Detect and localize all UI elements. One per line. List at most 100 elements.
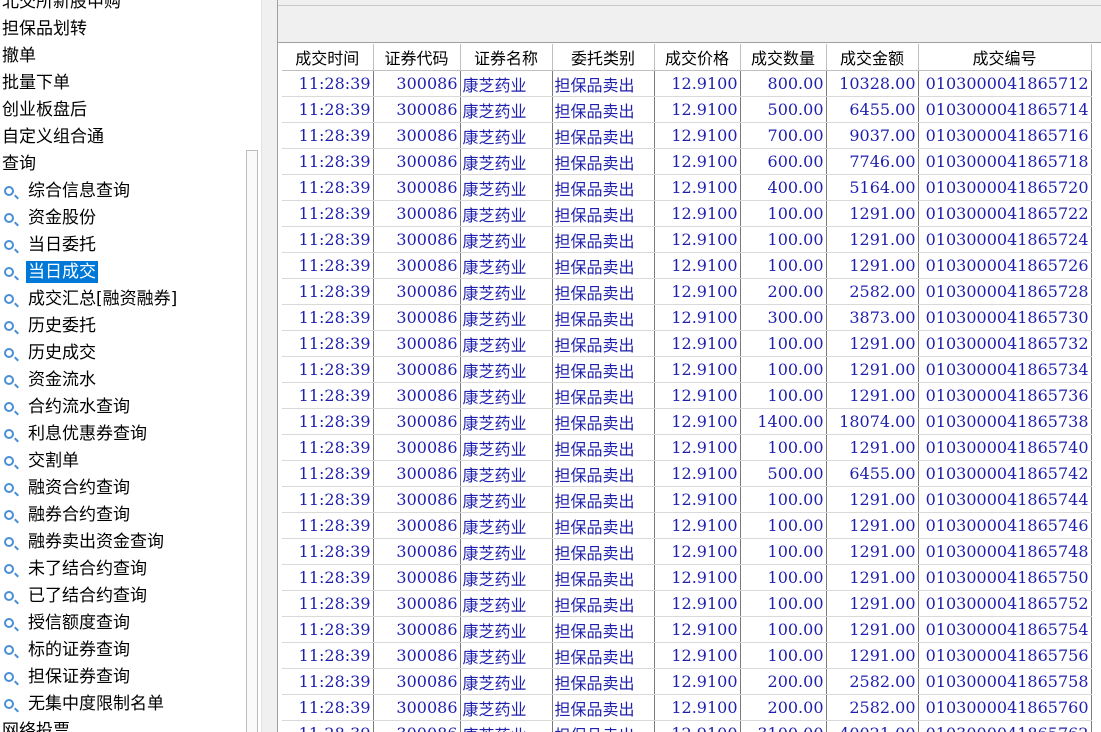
table-cell: 康芝药业: [460, 278, 553, 305]
table-cell: 5164.00: [826, 174, 919, 201]
table-row[interactable]: 11:28:39 300086 康芝药业 担保品卖出 12.9100 700.00 9037…: [282, 122, 1092, 149]
tree-item-query[interactable]: 综合信息查询: [0, 178, 179, 205]
tree-item-query[interactable]: 利息优惠券查询: [0, 421, 179, 448]
tree-item-query[interactable]: 成交汇总[融资融券]: [0, 286, 179, 313]
table-row[interactable]: 11:28:39 300086 康芝药业 担保品卖出 12.9100 100.00 1291…: [282, 434, 1092, 461]
table-row[interactable]: 11:28:39 300086 康芝药业 担保品卖出 12.9100 100.00 1291…: [282, 616, 1092, 643]
tree-item-query[interactable]: 当日委托: [0, 232, 179, 259]
table-cell: 300086: [373, 642, 461, 669]
tree-item-query[interactable]: 历史委托: [0, 313, 179, 340]
table-row[interactable]: 11:28:39 300086 康芝药业 担保品卖出 12.9100 1400.00 180…: [282, 408, 1092, 435]
table-row[interactable]: 11:28:39 300086 康芝药业 担保品卖出 12.9100 100.00 1291…: [282, 382, 1092, 409]
table-row[interactable]: 11:28:39 300086 康芝药业 担保品卖出 12.9100 100.00 1291…: [282, 590, 1092, 617]
table-cell: 担保品卖出: [552, 538, 655, 565]
table-cell: 6455.00: [826, 96, 919, 123]
table-cell: 300086: [373, 590, 461, 617]
column-header[interactable]: 成交编号: [918, 44, 1092, 71]
pane-splitter[interactable]: [261, 0, 278, 732]
tree-item[interactable]: 北交所新股申购: [0, 0, 179, 16]
tree-item[interactable]: 查询: [0, 151, 179, 178]
column-header[interactable]: 成交数量: [740, 44, 827, 71]
column-header[interactable]: 成交价格: [654, 44, 741, 71]
table-row[interactable]: 11:28:39 300086 康芝药业 担保品卖出 12.9100 100.00 1291…: [282, 642, 1092, 669]
tree-item[interactable]: 创业板盘后: [0, 97, 179, 124]
tree-item-query[interactable]: 已了结合约查询: [0, 583, 179, 610]
table-cell: 担保品卖出: [552, 96, 655, 123]
tree-item-query[interactable]: 资金流水: [0, 367, 179, 394]
tree-item-label: 标的证券查询: [28, 640, 130, 660]
column-header[interactable]: 成交时间: [282, 44, 374, 71]
table-cell: 0103000041865722: [918, 200, 1092, 227]
table-row[interactable]: 11:28:39 300086 康芝药业 担保品卖出 12.9100 100.00 1291…: [282, 330, 1092, 357]
nav-tree-scrollbar[interactable]: [246, 150, 258, 732]
column-header[interactable]: 证券名称: [460, 44, 553, 71]
tree-item-query[interactable]: 交割单: [0, 448, 179, 475]
table-row[interactable]: 11:28:39 300086 康芝药业 担保品卖出 12.9100 100.00 1291…: [282, 226, 1092, 253]
table-cell: 康芝药业: [460, 720, 553, 732]
table-row[interactable]: 11:28:39 300086 康芝药业 担保品卖出 12.9100 300.00 3873…: [282, 304, 1092, 331]
tree-item[interactable]: 担保品划转: [0, 16, 179, 43]
table-row[interactable]: 11:28:39 300086 康芝药业 担保品卖出 12.9100 100.00 1291…: [282, 252, 1092, 279]
tree-item-query[interactable]: 融资合约查询: [0, 475, 179, 502]
tree-item-query[interactable]: 无集中度限制名单: [0, 691, 179, 718]
table-row[interactable]: 11:28:39 300086 康芝药业 担保品卖出 12.9100 100.00 1291…: [282, 356, 1092, 383]
table-row[interactable]: 11:28:39 300086 康芝药业 担保品卖出 12.9100 600.00 7746…: [282, 148, 1092, 175]
table-cell: 担保品卖出: [552, 616, 655, 643]
tree-item-query[interactable]: 融券合约查询: [0, 502, 179, 529]
table-row[interactable]: 11:28:39 300086 康芝药业 担保品卖出 12.9100 100.00 1291…: [282, 512, 1092, 539]
table-row[interactable]: 11:28:39 300086 康芝药业 担保品卖出 12.9100 200.00 2582…: [282, 668, 1092, 695]
table-cell: 担保品卖出: [552, 512, 655, 539]
column-header[interactable]: 成交金额: [826, 44, 919, 71]
table-row[interactable]: 11:28:39 300086 康芝药业 担保品卖出 12.9100 500.00 6455…: [282, 460, 1092, 487]
table-cell: 300086: [373, 486, 461, 513]
table-row[interactable]: 11:28:39 300086 康芝药业 担保品卖出 12.9100 200.00 2582…: [282, 278, 1092, 305]
table-body: 11:28:39 300086 康芝药业 担保品卖出 12.9100 800.00 1032…: [282, 70, 1092, 732]
table-row[interactable]: 11:28:39 300086 康芝药业 担保品卖出 12.9100 100.00 1291…: [282, 538, 1092, 565]
table-row[interactable]: 11:28:39 300086 康芝药业 担保品卖出 12.9100 800.00 1032…: [282, 70, 1092, 97]
tree-item[interactable]: 自定义组合通: [0, 124, 179, 151]
tree-item-query[interactable]: 资金股份: [0, 205, 179, 232]
table-cell: 担保品卖出: [552, 226, 655, 253]
table-cell: 康芝药业: [460, 512, 553, 539]
table-row[interactable]: 11:28:39300086康芝药业担保品卖出12.91003100.00400…: [282, 720, 1092, 732]
table-cell: 300086: [373, 512, 461, 539]
table-cell: 500.00: [740, 460, 827, 487]
table-row[interactable]: 11:28:39 300086 康芝药业 担保品卖出 12.9100 500.00 6455…: [282, 96, 1092, 123]
table-cell: 康芝药业: [460, 122, 553, 149]
table-cell: 18074.00: [826, 408, 919, 435]
tree-item[interactable]: 撤单: [0, 43, 179, 70]
tree-item[interactable]: 网络投票: [0, 718, 179, 732]
table-cell: 11:28:39: [282, 70, 374, 97]
table-cell: 12.9100: [654, 70, 741, 97]
magnifier-icon: [4, 591, 14, 601]
tree-item-query[interactable]: 合约流水查询: [0, 394, 179, 421]
tree-item-label: 综合信息查询: [28, 181, 130, 201]
table-cell: 担保品卖出: [552, 408, 655, 435]
table-cell: 11:28:39: [282, 356, 374, 383]
table-cell: 300086: [373, 96, 461, 123]
column-header[interactable]: 委托类别: [552, 44, 655, 71]
tree-item-query[interactable]: 当日成交: [0, 259, 179, 286]
table-row[interactable]: 11:28:39 300086 康芝药业 担保品卖出 12.9100 400.00 5164…: [282, 174, 1092, 201]
table-row[interactable]: 11:28:39 300086 康芝药业 担保品卖出 12.9100 100.00 1291…: [282, 486, 1092, 513]
table-cell: 担保品卖出: [552, 564, 655, 591]
tree-item-query[interactable]: 担保证券查询: [0, 664, 179, 691]
tree-item-query[interactable]: 授信额度查询: [0, 610, 179, 637]
table-row[interactable]: 11:28:39 300086 康芝药业 担保品卖出 12.9100 100.00 1291…: [282, 200, 1092, 227]
table-cell: 11:28:39: [282, 694, 374, 721]
table-cell: 100.00: [740, 356, 827, 383]
tree-item-query[interactable]: 融券卖出资金查询: [0, 529, 179, 556]
table-cell: 12.9100: [654, 356, 741, 383]
tree-item-query[interactable]: 未了结合约查询: [0, 556, 179, 583]
table-cell: 1400.00: [740, 408, 827, 435]
tree-item-query[interactable]: 历史成交: [0, 340, 179, 367]
column-header[interactable]: 证券代码: [373, 44, 461, 71]
table-row[interactable]: 11:28:39 300086 康芝药业 担保品卖出 12.9100 200.00 2582…: [282, 694, 1092, 721]
tree-item[interactable]: 批量下单: [0, 70, 179, 97]
table-row[interactable]: 11:28:39 300086 康芝药业 担保品卖出 12.9100 100.00 1291…: [282, 564, 1092, 591]
nav-tree: 北交所新股申购 担保品划转 撤单 批量下单 创业板盘后 自定义组合通 查询综合信息查询资金股…: [0, 0, 245, 732]
tree-item-label: 历史委托: [28, 316, 96, 336]
table-cell: 康芝药业: [460, 616, 553, 643]
tree-item-query[interactable]: 标的证券查询: [0, 637, 179, 664]
results-pane: 成交时间 证券代码 证券名称 委托类别 成交价格 成交数量 成交金额 成交编号 11:28:3…: [277, 0, 1101, 732]
